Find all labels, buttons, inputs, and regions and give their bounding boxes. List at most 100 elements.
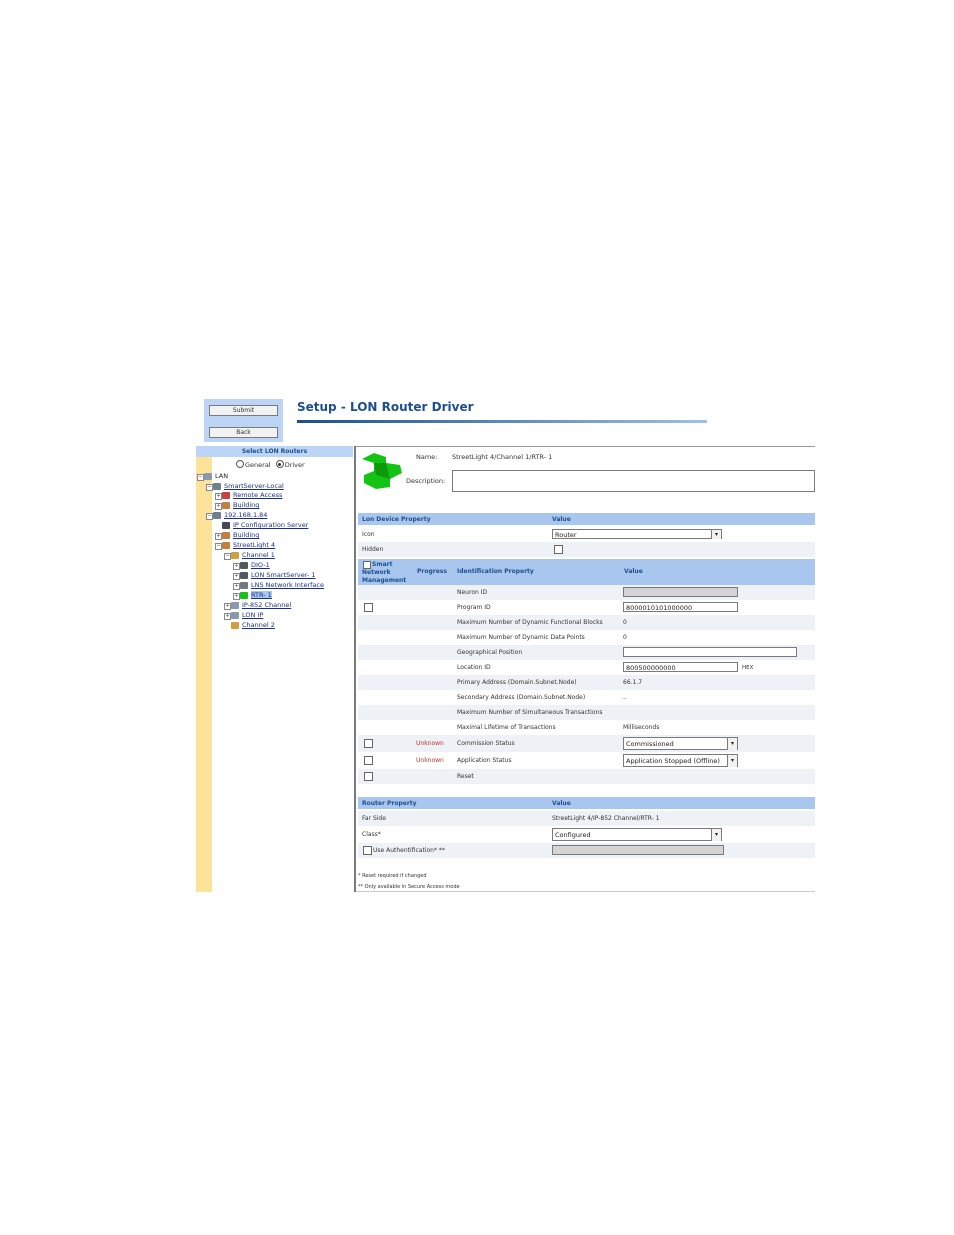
collapse-icon[interactable]: −	[215, 543, 222, 550]
expand-icon[interactable]: +	[215, 533, 222, 540]
tree-node-ip-config-server[interactable]: IP Configuration Server	[233, 521, 308, 529]
lan-icon	[204, 473, 212, 480]
snm-header-line1: Smart	[372, 561, 393, 568]
collapse-icon[interactable]: −	[206, 513, 213, 520]
ident-value: 0	[623, 619, 627, 626]
tree-node-channel-2[interactable]: Channel 2	[242, 621, 275, 629]
main-top-border	[356, 446, 815, 447]
collapse-icon[interactable]: −	[197, 474, 204, 481]
tree-node-lon-ip[interactable]: LON IP	[242, 611, 263, 619]
device-icon	[240, 572, 248, 579]
snm-checkbox[interactable]	[364, 739, 373, 748]
icon-select[interactable]: Router ▾	[552, 529, 722, 539]
tree-node-building-2[interactable]: Building	[233, 531, 259, 539]
tree-node-smartserver-local[interactable]: SmartServer-Local	[224, 482, 284, 490]
snm-header-line2: Network	[362, 569, 391, 576]
tree-node-channel-1[interactable]: Channel 1	[242, 551, 275, 559]
title-underline	[297, 420, 707, 423]
geo-position-input[interactable]	[623, 647, 797, 657]
ident-value-header: Value	[624, 568, 643, 575]
ident-row-commission-status: Unknown Commission Status Commissioned ▾	[358, 735, 815, 752]
tree-node-ip-852-channel[interactable]: IP-852 Channel	[242, 601, 291, 609]
ident-property: Maximum Number of Dynamic Data Points	[457, 634, 585, 641]
chevron-down-icon[interactable]: ▾	[711, 829, 721, 841]
neuron-id-input	[623, 587, 738, 597]
far-side-value: StreetLight 4/IP-852 Channel/RTR- 1	[552, 815, 660, 822]
channel-icon	[231, 622, 239, 629]
interface-icon	[240, 582, 248, 589]
commission-status-value: Commissioned	[626, 740, 674, 748]
ident-property: Primary Address (Domain.Subnet.Node)	[457, 679, 577, 686]
collapse-icon[interactable]: −	[224, 553, 231, 560]
ident-property: Maximum Number of Dynamic Functional Blo…	[457, 619, 603, 626]
chevron-down-icon[interactable]: ▾	[727, 738, 737, 750]
router-header: Router Property Value	[358, 797, 815, 809]
chevron-down-icon[interactable]: ▾	[711, 530, 721, 539]
chevron-down-icon[interactable]: ▾	[727, 755, 737, 767]
tree-node-streetlight-4[interactable]: StreetLight 4	[233, 541, 275, 549]
radio-general[interactable]	[236, 460, 244, 468]
icon-row: Icon Router ▾	[358, 527, 815, 542]
server-icon	[213, 483, 221, 490]
expand-icon[interactable]: +	[233, 573, 240, 580]
ident-property: Commission Status	[457, 740, 515, 747]
expand-icon[interactable]: +	[233, 593, 240, 600]
ident-property: Maximum Number of Simultaneous Transacti…	[457, 709, 603, 716]
commission-status-select[interactable]: Commissioned ▾	[623, 737, 738, 750]
snm-checkbox[interactable]	[364, 603, 373, 612]
auth-checkbox[interactable]	[363, 846, 372, 855]
config-server-icon	[222, 522, 230, 529]
far-side-label: Far Side	[362, 815, 386, 822]
application-status-value: Application Stopped (Offline)	[626, 757, 720, 765]
remote-access-icon	[222, 492, 230, 499]
tree-node-rtr-1[interactable]: RTR- 1	[251, 591, 272, 599]
hex-unit: HEX	[742, 665, 754, 671]
submit-button[interactable]: Submit	[209, 405, 278, 416]
tree-node-ip-address[interactable]: 192.168.1.84	[224, 511, 267, 519]
description-label: Description:	[406, 477, 446, 485]
back-button[interactable]: Back	[209, 427, 278, 438]
name-value: StreetLight 4/Channel 1/RTR- 1	[452, 453, 553, 461]
expand-icon[interactable]: +	[233, 583, 240, 590]
description-input[interactable]	[452, 470, 815, 492]
hidden-checkbox[interactable]	[554, 545, 563, 554]
building-icon	[222, 502, 230, 509]
ident-value: 66.1.7	[623, 679, 643, 686]
footnote-reset: * Reset required if changed	[358, 873, 427, 879]
progress-status: Unknown	[416, 740, 444, 747]
radio-driver[interactable]	[275, 460, 284, 468]
tree-node-lan[interactable]: LAN	[215, 472, 228, 480]
building-icon	[222, 542, 230, 549]
ident-value: ..	[623, 694, 627, 701]
expand-icon[interactable]: +	[215, 493, 222, 500]
snm-checkbox[interactable]	[364, 756, 373, 765]
snm-header-checkbox[interactable]	[363, 561, 371, 569]
lon-device-header-value: Value	[552, 516, 571, 523]
ident-row-max-dyn-fb: Maximum Number of Dynamic Functional Blo…	[358, 615, 815, 630]
tree-node-building[interactable]: Building	[233, 501, 259, 509]
application-status-select[interactable]: Application Stopped (Offline) ▾	[623, 754, 738, 767]
tree-header: Select LON Routers	[196, 446, 353, 457]
hidden-label: Hidden	[362, 546, 384, 553]
reset-checkbox[interactable]	[364, 772, 373, 781]
tree-node-remote-access[interactable]: Remote Access	[233, 491, 282, 499]
tree-node-dio-1[interactable]: DIO-1	[251, 561, 270, 569]
icon-label: Icon	[362, 531, 375, 538]
ident-header: Smart Network Management Progress Identi…	[358, 559, 815, 585]
expand-icon[interactable]: +	[224, 613, 231, 620]
expand-icon[interactable]: +	[215, 503, 222, 510]
location-id-input[interactable]: 800500000000	[623, 662, 738, 672]
progress-status: Unknown	[416, 757, 444, 764]
tree-node-lns-network-interface[interactable]: LNS Network Interface	[251, 581, 324, 589]
expand-icon[interactable]: +	[233, 563, 240, 570]
program-id-input[interactable]: 8000010101000000	[623, 602, 738, 612]
snm-header-line3: Management	[362, 577, 407, 584]
panel-divider	[354, 446, 356, 892]
collapse-icon[interactable]: −	[206, 484, 213, 491]
expand-icon[interactable]: +	[224, 603, 231, 610]
tree-mode-radios: General Driver	[236, 460, 305, 469]
class-label: Class*	[362, 831, 381, 838]
tree-node-lon-smartserver-1[interactable]: LON SmartServer- 1	[251, 571, 316, 579]
class-select[interactable]: Configured ▾	[552, 828, 722, 841]
ident-property: Reset	[457, 773, 474, 780]
